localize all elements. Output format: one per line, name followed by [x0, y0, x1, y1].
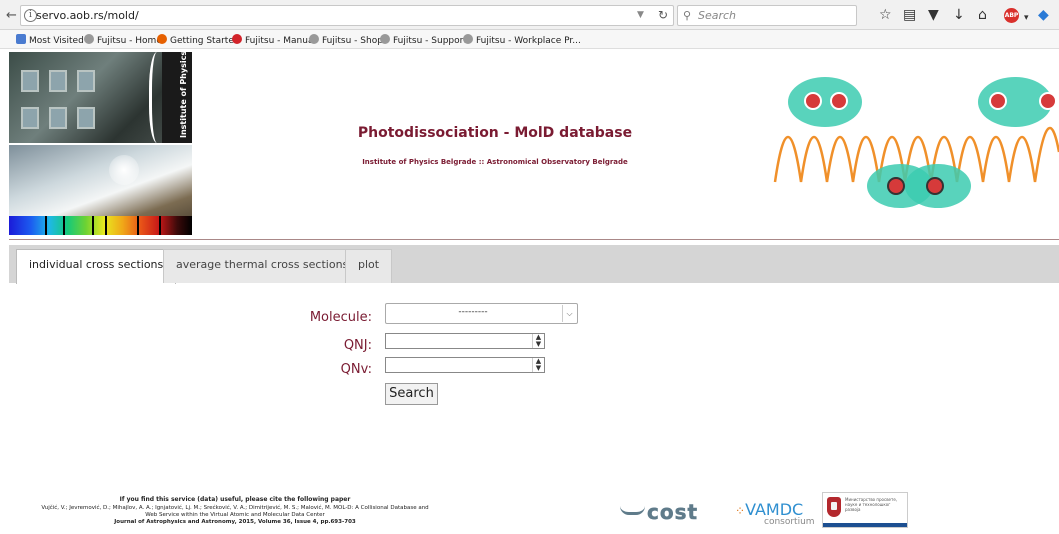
reading-list-icon[interactable]: ▤: [903, 8, 916, 22]
qnj-label: QNJ:: [343, 338, 372, 353]
reload-icon[interactable]: ↻: [658, 8, 668, 22]
citation-journal: Journal of Astrophysics and Astronomy, 2…: [114, 519, 356, 525]
qnv-spinner-icon[interactable]: ▲ ▼: [532, 358, 544, 372]
url-text[interactable]: servo.aob.rs/mold/: [36, 9, 139, 22]
qnj-input[interactable]: [385, 333, 545, 349]
globe-icon: [380, 34, 390, 44]
url-dropdown-icon[interactable]: ▼: [637, 10, 644, 20]
spectral-line: [63, 216, 65, 235]
tab-average-thermal-cross-sections[interactable]: average thermal cross sections: [163, 249, 362, 283]
home-icon[interactable]: ⌂: [978, 8, 987, 22]
extension-icon[interactable]: ◆: [1038, 8, 1049, 22]
building-window: [77, 107, 95, 129]
ministry-logo-text: Министарство просвете, науке и технолошк…: [845, 497, 898, 512]
browser-navbar: ← i servo.aob.rs/mold/ ▼ ↻ ⚲ Search ☆ ▤ …: [0, 0, 1059, 30]
globe-icon: [463, 34, 473, 44]
citation-authors: Vujčić, V.; Jevremović, D.; Mihajlov, A.…: [41, 505, 429, 511]
sun-glare: [109, 155, 139, 185]
ministry-logo[interactable]: Министарство просвете, науке и технолошк…: [822, 492, 908, 528]
bookmark-most-visited[interactable]: Most Visited: [16, 34, 84, 46]
bookmarks-bar: Most Visited Fujitsu - Home Getting Star…: [0, 30, 1059, 49]
back-arrow-icon[interactable]: ←: [6, 9, 17, 22]
bookmark-star-icon[interactable]: ☆: [879, 8, 892, 22]
citation-heading: If you find this service (data) useful, …: [119, 496, 351, 503]
chevron-down-icon[interactable]: ▾: [1024, 11, 1029, 25]
search-icon: ⚲: [683, 9, 692, 22]
spectral-line: [45, 216, 47, 235]
page-subtitle: Institute of Physics Belgrade :: Astrono…: [362, 158, 628, 166]
molecule-top-left: [788, 77, 862, 127]
molecule-label: Molecule:: [309, 310, 372, 325]
molecule-wave-illustration: [773, 77, 1059, 208]
building-window: [49, 107, 67, 129]
building-window: [21, 70, 39, 92]
bookmark-getting-started[interactable]: Getting Started: [157, 34, 240, 46]
header-divider: [9, 239, 1059, 240]
download-icon[interactable]: ↓: [953, 8, 965, 22]
adblock-icon[interactable]: ABP: [1004, 8, 1019, 23]
cost-logo[interactable]: cost: [620, 500, 698, 524]
spectral-line: [137, 216, 139, 235]
firefox-icon: [157, 34, 167, 44]
citation-title: Web Service within the Virtual Atomic an…: [145, 512, 325, 518]
most-visited-icon: [16, 34, 26, 44]
building-window: [21, 107, 39, 129]
molecule-bottom: [867, 164, 971, 208]
institute-building-image: Institute of Physics Belgrade - Serbia: [9, 52, 192, 143]
bookmark-fujitsu-support[interactable]: Fujitsu - Support: [380, 34, 467, 46]
cost-swoosh-icon: [620, 506, 645, 515]
molecule-select-value[interactable]: ---------: [385, 307, 561, 317]
globe-icon: [84, 34, 94, 44]
infinity-icon: [232, 34, 242, 44]
browser-search-placeholder[interactable]: Search: [698, 9, 736, 22]
bookmark-fujitsu-shop[interactable]: Fujitsu - Shop: [309, 34, 383, 46]
bookmark-fujitsu-home[interactable]: Fujitsu - Home: [84, 34, 162, 46]
qnj-spinner-icon[interactable]: ▲ ▼: [532, 334, 544, 348]
qnv-label: QNv:: [340, 362, 372, 377]
tab-individual-cross-sections[interactable]: individual cross sections: [16, 249, 177, 284]
qnv-input[interactable]: [385, 357, 545, 373]
building-window: [49, 70, 67, 92]
building-window: [77, 70, 95, 92]
spectral-line: [105, 216, 107, 235]
molecule-top-right: [978, 77, 1057, 127]
page-title: Photodissociation - MolD database: [357, 125, 633, 141]
spectral-line: [159, 216, 161, 235]
serbian-crest-icon: [827, 497, 841, 517]
tab-plot[interactable]: plot: [345, 249, 393, 283]
spectrum-bar: [9, 216, 192, 235]
pocket-icon[interactable]: ▼: [928, 8, 939, 22]
institute-ribbon-text: Institute of Physics Belgrade - Serbia: [179, 52, 188, 138]
chevron-down-icon[interactable]: ⌵: [562, 305, 576, 322]
bookmark-fujitsu-manual[interactable]: Fujitsu - Manual: [232, 34, 316, 46]
search-button[interactable]: Search: [385, 383, 438, 405]
vamdc-dots-icon: ⁘: [735, 504, 746, 518]
vamdc-consortium-text: consortium: [764, 517, 815, 527]
ministry-logo-stripe: [823, 523, 907, 527]
globe-icon: [309, 34, 319, 44]
spectral-line: [92, 216, 94, 235]
bookmark-fujitsu-workplace[interactable]: Fujitsu - Workplace Pr...: [463, 34, 581, 46]
